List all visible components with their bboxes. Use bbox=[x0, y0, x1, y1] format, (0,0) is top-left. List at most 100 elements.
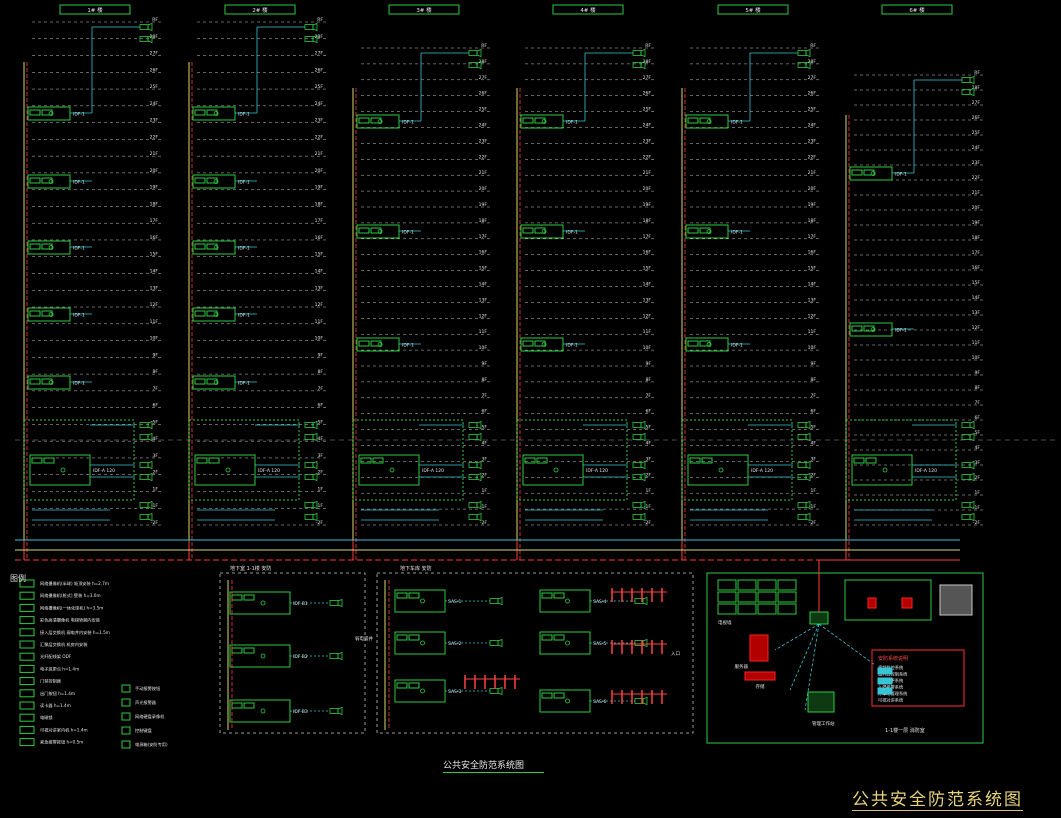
floor-label: 6F bbox=[153, 403, 159, 409]
floor-label: 10F bbox=[643, 345, 652, 351]
floor-label: 13F bbox=[972, 310, 981, 316]
floor-label: 22F bbox=[150, 134, 159, 140]
floor-label: 9F bbox=[811, 361, 817, 367]
floor-label: 9F bbox=[153, 352, 159, 358]
floor-label: 11F bbox=[150, 319, 159, 325]
floor-label: 1F bbox=[975, 490, 981, 496]
floor-label: 25F bbox=[972, 130, 981, 136]
switch-label: IDF-1 bbox=[731, 230, 743, 236]
floor-label: 18F bbox=[643, 218, 652, 224]
floor-label: 10F bbox=[479, 345, 488, 351]
switch-label: SAS-3 bbox=[448, 689, 461, 695]
workstation-icon bbox=[807, 691, 835, 713]
floor-label: 25F bbox=[808, 107, 817, 113]
floor-label: 19F bbox=[808, 202, 817, 208]
workstation-label: 管理工作站 bbox=[812, 720, 835, 727]
floor-label: 8F bbox=[482, 377, 488, 383]
floor-label: 10F bbox=[315, 336, 324, 342]
floor-label: 21F bbox=[643, 170, 652, 176]
parking-title: 地下车库 安防 bbox=[400, 565, 432, 572]
legend-item: 声光报警器 bbox=[135, 699, 157, 706]
switch-label: IDF-1 bbox=[73, 313, 85, 319]
switch-label: IDF-A 120 bbox=[751, 468, 773, 474]
column-header: 1# 楼 bbox=[87, 6, 103, 14]
switch-label: IDF-1 bbox=[402, 343, 414, 349]
floor-label: 2F bbox=[153, 470, 159, 476]
switch-label: IDF-1 bbox=[238, 246, 250, 252]
legend-item: 网络摄像机(一体化球机) h=3.5m bbox=[40, 604, 103, 611]
floor-label: 21F bbox=[972, 190, 981, 196]
floor-label: 22F bbox=[479, 154, 488, 160]
floor-label: 6F bbox=[318, 403, 324, 409]
floor-label: 27F bbox=[643, 75, 652, 81]
column-header: 6# 楼 bbox=[909, 6, 925, 14]
floor-label: 24F bbox=[315, 101, 324, 107]
floor-label: RF bbox=[645, 43, 651, 49]
floor-label: 21F bbox=[150, 151, 159, 157]
switch-label: SAS-5 bbox=[593, 641, 606, 647]
legend-item: 光纤配线架 ODF bbox=[40, 653, 72, 660]
switch-label: IDF-1 bbox=[566, 230, 578, 236]
floor-label: 3F bbox=[646, 456, 652, 462]
floor-label: 25F bbox=[315, 84, 324, 90]
floor-label: 23F bbox=[315, 118, 324, 124]
switch-label: IDF-1 bbox=[238, 313, 250, 319]
switch-label: IDF-B1 bbox=[293, 601, 308, 607]
floor-label: RF bbox=[974, 70, 980, 76]
floor-label: 18F bbox=[972, 235, 981, 241]
legend-item: 手动报警按钮 bbox=[135, 685, 160, 692]
switch-label: IDF-1 bbox=[566, 120, 578, 126]
floor-label: 7F bbox=[153, 386, 159, 392]
floor-label: 19F bbox=[479, 202, 488, 208]
floor-label: 19F bbox=[315, 185, 324, 191]
floor-label: 20F bbox=[479, 186, 488, 192]
switch-label: IDF-B3 bbox=[293, 709, 308, 715]
floor-label: 15F bbox=[150, 252, 159, 258]
monitor-wall-label: 电视墙 bbox=[718, 619, 732, 626]
floor-label: 20F bbox=[808, 186, 817, 192]
floor-label: 14F bbox=[150, 269, 159, 275]
floor-label: 2F bbox=[482, 472, 488, 478]
storage-label: 存储 bbox=[756, 683, 765, 690]
floor-label: 16F bbox=[479, 250, 488, 256]
switch-label: IDF-A 120 bbox=[258, 468, 280, 474]
floor-label: 1F bbox=[153, 486, 159, 492]
floor-label: 10F bbox=[150, 336, 159, 342]
floor-label: 22F bbox=[643, 154, 652, 160]
floor-label: 1F bbox=[646, 488, 652, 494]
floor-label: 23F bbox=[972, 160, 981, 166]
legend-item: 读卡器 h=1.4m bbox=[40, 702, 71, 709]
lock-icon bbox=[867, 597, 877, 609]
floor-label: 27F bbox=[479, 75, 488, 81]
room-label: 1-1楼一层 消防室 bbox=[885, 727, 925, 734]
floor-label: 20F bbox=[972, 205, 981, 211]
floor-label: 6F bbox=[975, 415, 981, 421]
floor-label: 9F bbox=[646, 361, 652, 367]
floor-label: 15F bbox=[479, 266, 488, 272]
db-icon bbox=[877, 687, 893, 695]
floor-label: 13F bbox=[808, 297, 817, 303]
column-header: 5# 楼 bbox=[745, 6, 761, 14]
switch-label: IDF-1 bbox=[895, 172, 907, 178]
notes-item: 可视对讲系统 bbox=[878, 697, 903, 704]
floor-label: 5F bbox=[153, 419, 159, 425]
floor-label: 7F bbox=[318, 386, 324, 392]
floor-label: 17F bbox=[315, 218, 324, 224]
db-icon bbox=[877, 677, 893, 685]
floor-label: 18F bbox=[808, 218, 817, 224]
basement-title: 地下室 1-1楼 安防 bbox=[230, 565, 271, 572]
floor-label: 1F bbox=[811, 488, 817, 494]
floor-label: 27F bbox=[808, 75, 817, 81]
floor-label: 27F bbox=[150, 51, 159, 57]
floor-label: 4F bbox=[482, 441, 488, 447]
floor-label: 15F bbox=[643, 266, 652, 272]
floor-label: 12F bbox=[643, 313, 652, 319]
floor-label: 8F bbox=[975, 385, 981, 391]
floor-label: 25F bbox=[643, 107, 652, 113]
floor-label: 17F bbox=[479, 234, 488, 240]
floor-label: 12F bbox=[479, 313, 488, 319]
floor-label: 13F bbox=[643, 297, 652, 303]
floor-label: 9F bbox=[318, 352, 324, 358]
floor-label: 22F bbox=[972, 175, 981, 181]
floor-label: 2F bbox=[811, 472, 817, 478]
